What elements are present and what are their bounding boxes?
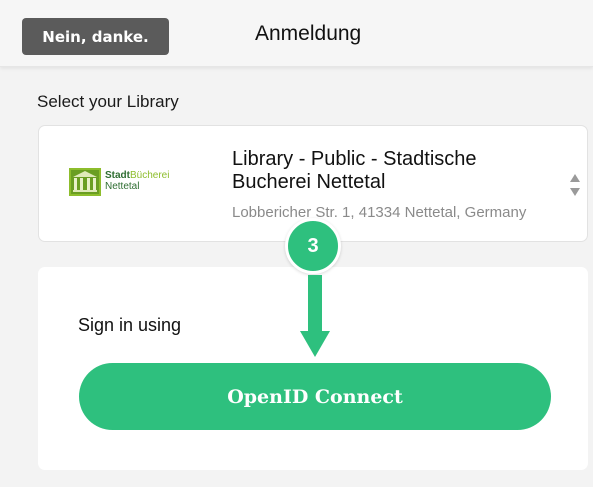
select-library-label: Select your Library [37,92,179,111]
signin-label: Sign in using [78,315,182,335]
library-building-icon [69,168,101,196]
arrow-down-icon [300,275,330,357]
logo-text-stadt: Stadt [105,170,130,181]
decline-button[interactable]: Nein, danke. [22,18,169,55]
library-logo: StadtBücherei Nettetal [69,162,194,204]
library-address: Lobbericher Str. 1, 41334 Nettetal, Germ… [232,204,527,221]
header-bar: Nein, danke. Anmeldung [0,0,593,67]
step-number-badge: 3 [285,218,341,274]
updown-arrows-icon [570,174,580,196]
logo-text-buecherei: Bücherei [130,170,170,181]
page-title: Anmeldung [255,22,362,45]
logo-wordmark: StadtBücherei Nettetal [105,170,169,192]
logo-text-nettetal: Nettetal [105,181,140,192]
openid-connect-button[interactable]: OpenID Connect [79,363,551,430]
library-name: Library - Public - Stadtische Bucherei N… [232,148,477,193]
